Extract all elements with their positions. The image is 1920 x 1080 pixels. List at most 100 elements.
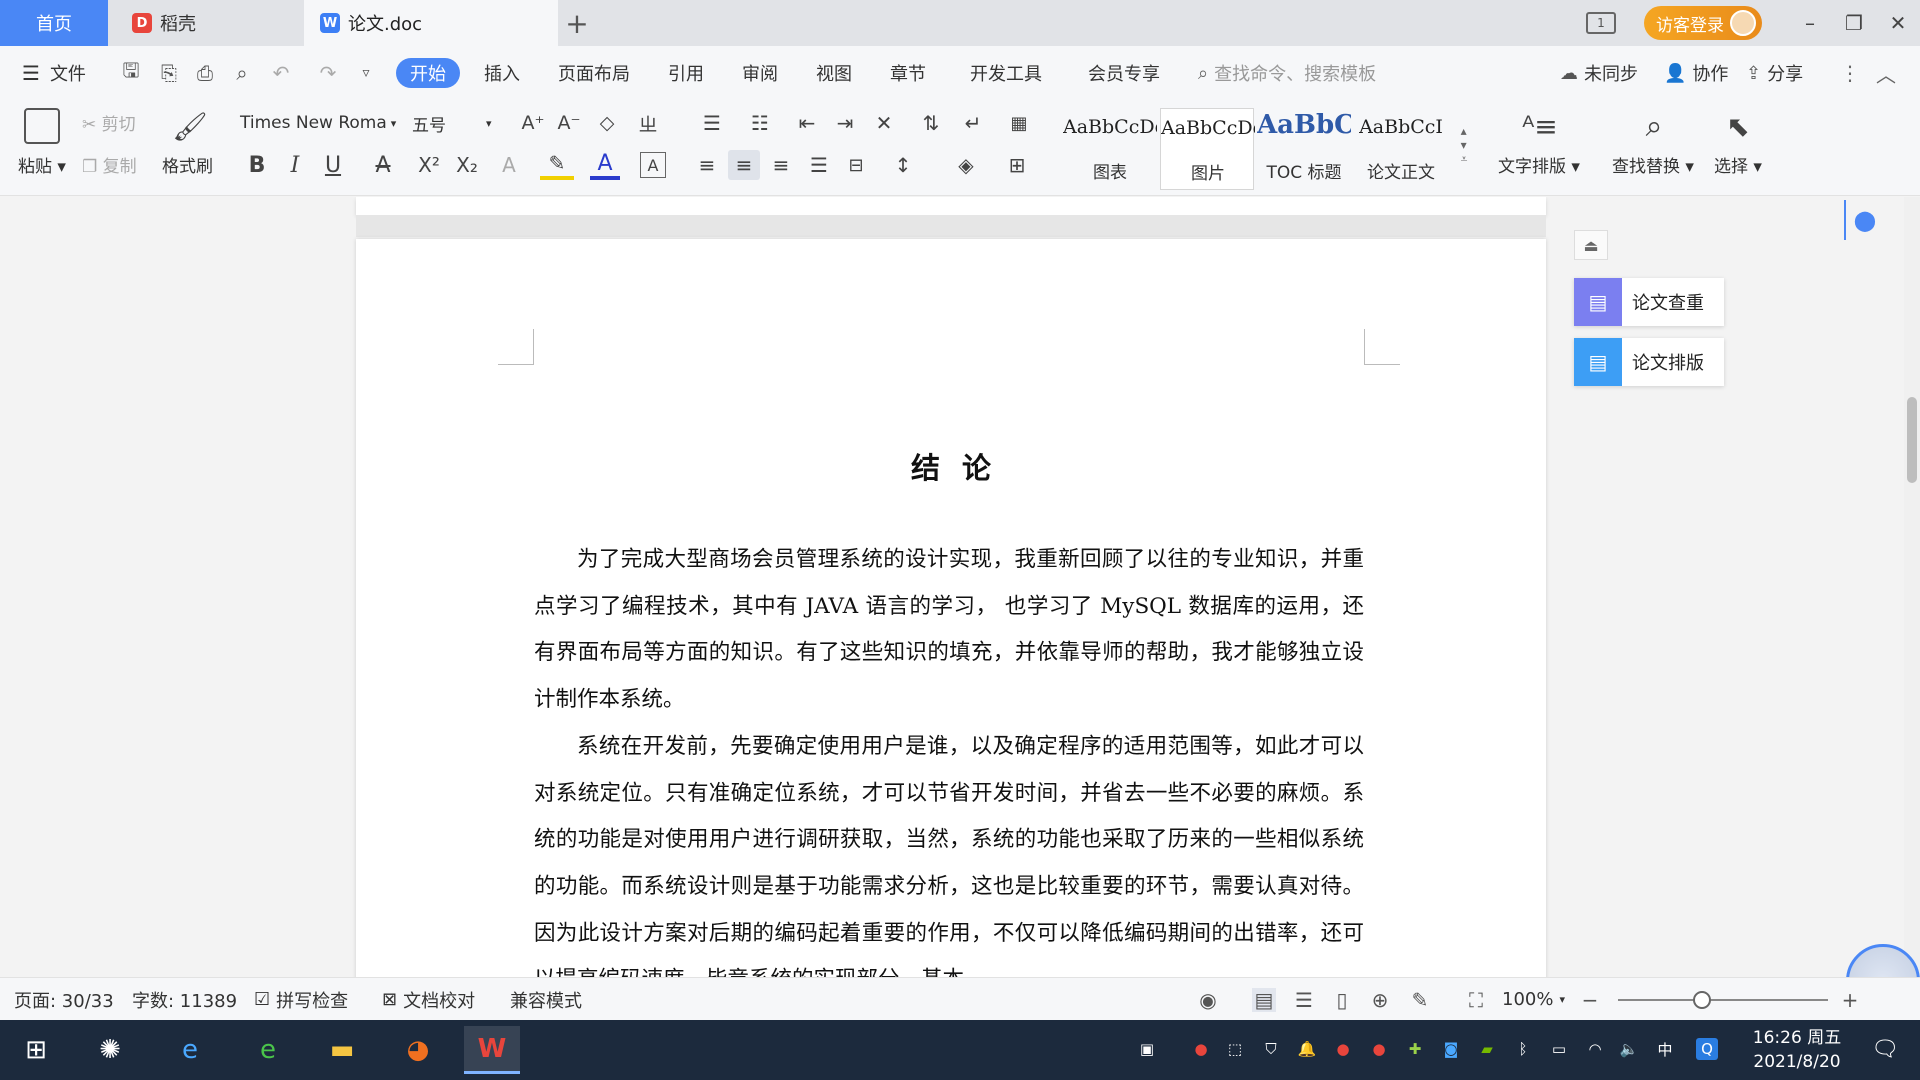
show-marks-icon[interactable]: ↵ [956, 110, 990, 136]
style-thesis-body[interactable]: AaBbCcI 论文正文 [1354, 108, 1448, 190]
vertical-scrollbar[interactable] [1904, 197, 1920, 977]
chinese-layout-icon[interactable]: ✕ [866, 110, 902, 136]
shield-icon[interactable]: ⛉ [1260, 1038, 1282, 1060]
collaborate-button[interactable]: 👤 协作 [1664, 58, 1728, 88]
qq-icon[interactable]: ● [1368, 1038, 1390, 1060]
wps-writer-icon[interactable]: W [464, 1026, 520, 1074]
bluetooth-icon[interactable]: ᛒ [1512, 1038, 1534, 1060]
menu-review[interactable]: 审阅 [742, 58, 778, 88]
justify-icon[interactable]: ☰ [806, 152, 832, 178]
text-layout-button[interactable]: 文字排版 ▾ [1498, 152, 1580, 177]
paste-button[interactable]: 粘贴 ▾ [18, 152, 66, 177]
eye-protection-icon[interactable]: ◉ [1196, 988, 1220, 1012]
page-view-icon[interactable]: ▤ [1252, 988, 1276, 1012]
outline-view-icon[interactable]: ☰ [1292, 988, 1316, 1012]
table-icon[interactable]: ▦ [1002, 110, 1036, 136]
zoom-level-select[interactable]: 100% ▾ [1502, 978, 1565, 1021]
font-color-icon[interactable]: A [590, 150, 620, 180]
share-button[interactable]: ⇪ 分享 [1746, 58, 1803, 88]
menu-view[interactable]: 视图 [816, 58, 852, 88]
select-button[interactable]: 选择 ▾ [1714, 152, 1762, 177]
export-pdf-icon[interactable]: ⎘ [156, 60, 182, 86]
save-icon[interactable]: 🖫 [118, 58, 144, 86]
battery-icon[interactable]: ▭ [1548, 1038, 1570, 1060]
shrink-font-icon[interactable]: A⁻ [556, 110, 582, 136]
wifi-icon[interactable]: ◠ [1584, 1038, 1606, 1060]
character-border-icon[interactable]: A [640, 152, 666, 178]
fit-page-icon[interactable]: ⛶ [1464, 988, 1488, 1012]
superscript-icon[interactable]: X² [414, 150, 444, 180]
bold-icon[interactable]: B [244, 150, 270, 180]
shading-icon[interactable]: ◈ [950, 152, 982, 178]
tray-app-icon[interactable]: ◙ [1440, 1038, 1462, 1060]
notification-center-icon[interactable]: 🗨 [1870, 1034, 1900, 1064]
sort-icon[interactable]: ⇅ [916, 110, 946, 136]
file-menu[interactable]: ☰ 文件 [22, 58, 86, 88]
window-layout-button[interactable]: 1 [1586, 12, 1616, 34]
redo-icon[interactable]: ↷ [315, 60, 341, 86]
command-search[interactable]: ⌕ 查找命令、搜索模板 [1198, 58, 1376, 88]
system-clock[interactable]: 16:26 周五 2021/8/20 [1742, 1026, 1852, 1074]
print-icon[interactable]: ⎙ [192, 60, 218, 86]
paste-icon[interactable] [22, 106, 62, 146]
writing-mode-icon[interactable]: ✎ [1408, 988, 1432, 1012]
find-replace-button[interactable]: 查找替换 ▾ [1612, 152, 1694, 177]
italic-icon[interactable]: I [282, 150, 308, 180]
zoom-slider-knob[interactable] [1693, 991, 1711, 1009]
align-center-icon[interactable]: ≡ [728, 150, 760, 180]
windows-start-icon[interactable]: ⊞ [8, 1026, 64, 1074]
proofread-button[interactable]: ⊠ 文档校对 [382, 978, 475, 1021]
pinwheel-app-icon[interactable]: ✺ [82, 1026, 138, 1074]
location-pin-icon[interactable]: ⬤ [1844, 200, 1884, 240]
ie-browser-icon[interactable]: e [162, 1026, 218, 1074]
zoom-in-icon[interactable]: + [1838, 988, 1862, 1012]
underline-icon[interactable]: U [316, 150, 350, 180]
style-toc-heading[interactable]: AaBbC( TOC 标题 [1257, 108, 1351, 190]
conclusion-heading[interactable]: 结论 [356, 445, 1546, 487]
bullet-list-icon[interactable]: ☰ [694, 110, 730, 136]
phonetic-guide-icon[interactable]: ㄓ [630, 110, 666, 136]
font-name-select[interactable]: Times New Roma ▾ [240, 110, 410, 136]
strikethrough-icon[interactable]: A [366, 150, 400, 180]
menu-developer[interactable]: 开发工具 [970, 58, 1042, 88]
word-count[interactable]: 字数: 11389 [132, 978, 237, 1021]
collapse-ribbon-icon[interactable]: ︿ [1876, 58, 1896, 88]
spell-check-button[interactable]: ☑ 拼写检查 [254, 978, 348, 1021]
media-app-icon[interactable]: ◕ [390, 1026, 446, 1074]
browser-360-icon[interactable]: e [240, 1026, 296, 1074]
paragraph-1[interactable]: 为了完成大型商场会员管理系统的设计实现，我重新回顾了以往的专业知识，并重点学习了… [534, 537, 1364, 724]
tray-q-icon[interactable]: Q [1696, 1038, 1718, 1060]
volume-icon[interactable]: 🔈 [1618, 1038, 1640, 1060]
distributed-icon[interactable]: ⊟ [842, 152, 870, 178]
format-painter-label[interactable]: 格式刷 [162, 152, 213, 177]
print-preview-icon[interactable]: ⌕ [229, 60, 255, 86]
close-button[interactable]: ✕ [1876, 0, 1920, 46]
grow-font-icon[interactable]: A⁺ [520, 110, 546, 136]
cpu-monitor-icon[interactable]: ▣ [1136, 1038, 1158, 1060]
menu-references[interactable]: 引用 [668, 58, 704, 88]
clear-format-icon[interactable]: ◇ [594, 110, 620, 136]
tab-document[interactable]: W 论文.doc [304, 0, 558, 46]
highlight-icon[interactable]: ✎ [540, 150, 574, 180]
customize-chevron-icon[interactable]: ▿ [353, 60, 379, 86]
subscript-icon[interactable]: X₂ [452, 150, 482, 180]
file-explorer-icon[interactable]: ▬ [314, 1026, 370, 1074]
menu-page-layout[interactable]: 页面布局 [558, 58, 630, 88]
format-painter-icon[interactable]: 🖌 [172, 106, 208, 146]
thesis-layout-button[interactable]: ▤ 论文排版 [1574, 338, 1724, 386]
line-spacing-icon[interactable]: ↕ [886, 152, 920, 178]
tab-daoke[interactable]: D 稻壳 [110, 0, 302, 46]
panel-collapse-button[interactable]: ⏏ [1574, 230, 1608, 260]
style-picture[interactable]: AaBbCcDd 图片 [1160, 108, 1255, 190]
tray-app-icon[interactable]: ● [1190, 1038, 1212, 1060]
plagiarism-check-button[interactable]: ▤ 论文查重 [1574, 278, 1724, 326]
font-size-select[interactable]: 五号 ▾ [412, 110, 508, 136]
page-count[interactable]: 页面: 30/33 [14, 978, 114, 1021]
restore-button[interactable]: ❐ [1832, 0, 1876, 46]
style-chart[interactable]: AaBbCcDd 图表 [1063, 108, 1157, 190]
minimize-button[interactable]: – [1788, 0, 1832, 46]
text-layout-icon[interactable]: ᴬ≡ [1520, 106, 1560, 146]
undo-icon[interactable]: ↶ [268, 60, 294, 86]
guest-login-button[interactable]: 访客登录 [1644, 6, 1762, 40]
tray-app-icon[interactable]: ⬚ [1224, 1038, 1246, 1060]
